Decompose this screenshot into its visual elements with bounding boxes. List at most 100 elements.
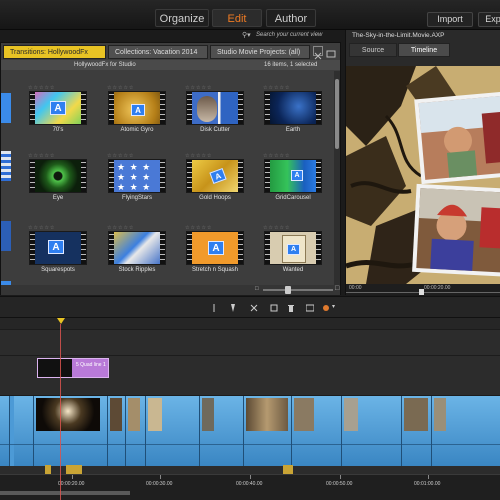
rating-stars[interactable]: ☆☆☆☆☆ (107, 154, 167, 159)
video-clip[interactable] (14, 396, 34, 466)
title-clip[interactable]: 5 Quad line 1 (37, 358, 109, 378)
rating-stars[interactable]: ☆☆☆☆☆ (28, 154, 88, 159)
search-field[interactable]: ⚲▾ Search your current view (242, 31, 334, 41)
rating-stars[interactable]: ☆☆☆☆☆ (263, 154, 323, 159)
item-label: Earth (285, 127, 301, 133)
video-clip[interactable] (432, 396, 500, 466)
player-scrubber[interactable]: 00:00 00:00:20.00 (346, 284, 500, 295)
record-icon[interactable] (322, 304, 330, 312)
close-tab-icon[interactable] (313, 46, 323, 60)
tab-studio-movie-projects[interactable]: Studio Movie Projects: (all) (210, 45, 310, 59)
library-item[interactable]: ☆☆☆☆☆ A Atomic Gyro (107, 86, 167, 136)
rating-stars[interactable]: ☆☆☆☆☆ (263, 226, 323, 231)
track-row[interactable] (0, 330, 500, 356)
library-footer: □ □ (1, 285, 340, 295)
snapshot-icon[interactable] (270, 304, 278, 312)
thumbnail-squarespots: A (29, 231, 87, 265)
rating-stars[interactable]: ☆☆☆☆☆ (185, 154, 245, 159)
thumbnail-zoom-slider[interactable] (263, 286, 333, 294)
video-clip[interactable] (34, 396, 108, 466)
video-clip[interactable] (108, 396, 126, 466)
timeline-ruler[interactable]: 00:00:20.00 00:00:30.00 00:00:40.00 00:0… (0, 474, 500, 500)
timeline-scrollbar[interactable] (0, 491, 130, 495)
zoom-in-icon[interactable]: □ (335, 285, 339, 292)
clip-thumbnail (36, 398, 100, 431)
tab-transitions-hollywoodfx[interactable]: Transitions: HollywoodFx (3, 45, 106, 59)
clip-thumbnail (202, 398, 214, 431)
tab-collections-vacation[interactable]: Collections: Vacation 2014 (108, 45, 208, 59)
title-clip-label: 5 Quad line 1 (76, 362, 106, 368)
tab-source[interactable]: Source (349, 43, 397, 57)
partial-thumb[interactable] (1, 221, 11, 251)
delete-icon[interactable] (287, 304, 295, 312)
video-preview[interactable] (346, 66, 500, 284)
thumbnail-flyingstars: ★ ★ ★ ★ ★ ★ ★ ★ ★ (108, 159, 166, 193)
split-icon[interactable] (250, 304, 258, 312)
clip-thumbnail (294, 398, 314, 431)
playhead-handle[interactable] (57, 318, 65, 324)
import-button[interactable]: Import (427, 12, 473, 27)
export-button[interactable]: Exp (478, 12, 500, 27)
thumbnail-disk-cutter (186, 91, 244, 125)
rating-stars[interactable]: ☆☆☆☆☆ (185, 226, 245, 231)
library-item[interactable]: ☆☆☆☆☆ A Stretch n Squash (185, 226, 245, 276)
rating-stars[interactable]: ☆☆☆☆☆ (107, 226, 167, 231)
player-title: The-Sky-in-the-Limit.Movie.AXP (352, 32, 445, 39)
library-item[interactable]: ☆☆☆☆☆ Disk Cutter (185, 86, 245, 136)
video-clip[interactable] (402, 396, 432, 466)
video-clip[interactable] (200, 396, 244, 466)
organize-tab[interactable]: Organize (155, 9, 209, 27)
edit-tab[interactable]: Edit (212, 9, 262, 27)
author-tab[interactable]: Author (266, 9, 316, 27)
library-item[interactable]: ☆☆☆☆☆ Earth (263, 86, 323, 136)
library-item[interactable]: ☆☆☆☆☆ A Gold Hoops (185, 154, 245, 204)
library-item[interactable]: ☆☆☆☆☆ A 70's (28, 86, 88, 136)
playhead-line[interactable] (60, 324, 61, 500)
audio-mixer-icon[interactable] (306, 304, 314, 312)
video-clip[interactable] (126, 396, 146, 466)
clip-thumbnail (128, 398, 140, 431)
player-scrub-handle[interactable] (419, 289, 424, 295)
library-item[interactable]: ☆☆☆☆☆ ★ ★ ★ ★ ★ ★ ★ ★ ★ FlyingStars (107, 154, 167, 204)
zoom-out-icon[interactable]: □ (255, 286, 259, 292)
rating-stars[interactable]: ☆☆☆☆☆ (185, 86, 245, 91)
thumbnail-wanted: A (264, 231, 322, 265)
item-label: Atomic Gyro (120, 127, 154, 133)
rating-stars[interactable]: ☆☆☆☆☆ (107, 86, 167, 91)
partial-thumb[interactable] (1, 151, 11, 181)
rating-stars[interactable]: ☆☆☆☆☆ (28, 86, 88, 91)
video-clip[interactable] (146, 396, 200, 466)
thumbnail-gold-hoops: A (186, 159, 244, 193)
library-scrollbar[interactable] (334, 71, 340, 285)
zoom-slider-knob[interactable] (285, 286, 291, 294)
scrollbar-thumb[interactable] (335, 79, 339, 149)
clip-thumbnail (434, 398, 446, 431)
timecode-label: 00:00:40.00 (236, 481, 263, 487)
item-label: Wanted (282, 267, 304, 273)
library-item[interactable]: ☆☆☆☆☆ Stock Ripples (107, 226, 167, 276)
item-label: 70's (52, 127, 64, 133)
timecode-label: 00:01:00.00 (414, 481, 441, 487)
player-ruler-mark: 00:00:20.00 (424, 285, 451, 291)
video-clip[interactable] (244, 396, 292, 466)
razor-icon[interactable] (210, 304, 218, 312)
tab-overflow-icon[interactable] (326, 46, 336, 58)
video-clip[interactable] (342, 396, 402, 466)
video-clip[interactable] (0, 396, 10, 466)
top-menu-bar: Organize Edit Author Import Exp (0, 0, 500, 30)
rating-stars[interactable]: ☆☆☆☆☆ (28, 226, 88, 231)
rating-stars[interactable]: ☆☆☆☆☆ (263, 86, 323, 91)
marker-icon[interactable] (229, 304, 237, 312)
video-track[interactable] (0, 396, 500, 466)
video-clip[interactable] (292, 396, 342, 466)
library-item[interactable]: ☆☆☆☆☆ A Wanted (263, 226, 323, 276)
library-item[interactable]: ☆☆☆☆☆ A GridCarousel (263, 154, 323, 204)
chevron-down-icon[interactable]: ▾ (332, 303, 335, 310)
clip-thumbnail (344, 398, 358, 431)
clip-thumbnail (404, 398, 428, 431)
library-item[interactable]: ☆☆☆☆☆ A Squarespots (28, 226, 88, 276)
search-icon[interactable]: ⚲▾ (242, 31, 251, 39)
tab-timeline[interactable]: Timeline (398, 43, 450, 57)
partial-thumb[interactable] (1, 93, 11, 123)
library-item[interactable]: ☆☆☆☆☆ Eye (28, 154, 88, 204)
